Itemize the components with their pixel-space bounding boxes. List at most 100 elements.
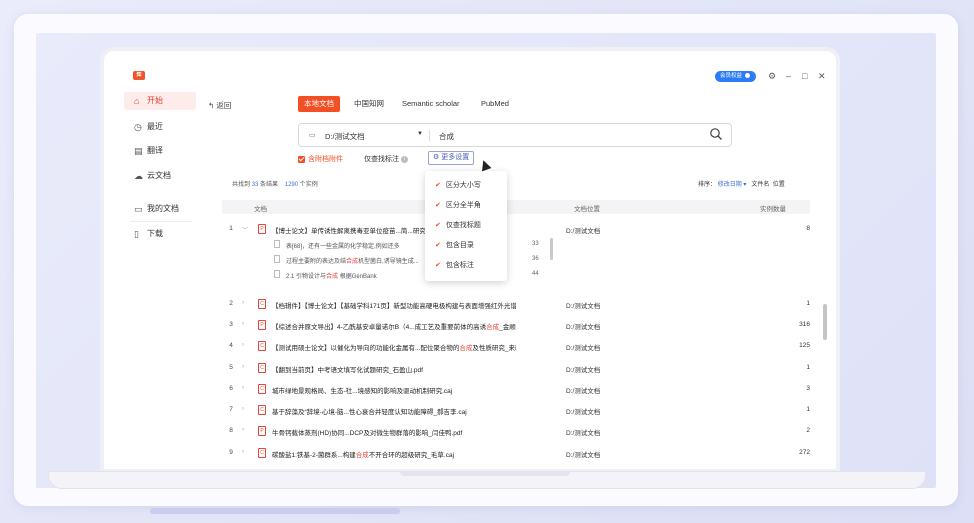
maximize-button[interactable]: □ — [802, 70, 807, 82]
app-logo: 知 — [133, 71, 145, 80]
sidebar-item-cloud[interactable]: ☁ 云文档 — [124, 167, 196, 185]
result-snippet[interactable]: 表[68]，还有一些金属的化学稳定,例如还多 33 — [270, 239, 560, 251]
sort-by-position[interactable]: 位置 — [773, 182, 785, 188]
row-count: 272 — [799, 449, 810, 456]
settings-icon[interactable]: ⚙ — [768, 70, 776, 82]
chevron-right-icon[interactable]: › — [242, 406, 244, 412]
row-location: D:/测试文档 — [566, 324, 601, 331]
row-location: D:/测试文档 — [566, 430, 601, 437]
pdf-file-icon: P — [258, 224, 266, 234]
pdf-file-icon: P — [258, 426, 266, 436]
table-row[interactable]: 5 › C 【翻到当前页】中考语文填写化试题研究_石盈山.pdf D:/测试文档… — [222, 361, 810, 375]
close-button[interactable]: ✕ — [818, 70, 826, 82]
table-row[interactable]: 4 › C 【测试用硕士论文】以催化为导向的功能化金属有...配位聚合物的合成及… — [222, 339, 810, 353]
snippet-scrollbar[interactable] — [550, 238, 553, 260]
search-icon[interactable] — [709, 127, 723, 141]
chevron-right-icon[interactable]: › — [242, 364, 244, 370]
chevron-right-icon[interactable]: › — [242, 342, 244, 348]
tab-cnki[interactable]: 中国知网 — [354, 96, 384, 112]
vip-button[interactable]: 会员权益 — [715, 71, 757, 82]
caret-down-icon[interactable]: ▼ — [417, 131, 423, 137]
checkbox-checked-icon — [298, 155, 305, 163]
stats-files: 33 — [251, 182, 259, 188]
caj-file-icon: C — [258, 405, 266, 415]
snippet-page-icon — [274, 270, 280, 278]
sort-by-name[interactable]: 文件名 — [751, 182, 769, 188]
check-icon: ✔ — [435, 202, 441, 209]
row-title: 城市绿地景观格局、生态-社...境感知的影响及驱动机制研究.caj — [272, 388, 453, 395]
row-count: 125 — [799, 342, 810, 349]
option-label: 包含目录 — [445, 242, 474, 249]
tab-local-docs[interactable]: 本地文档 — [298, 96, 340, 112]
sidebar-item-home[interactable]: ⌂ 开始 — [124, 92, 196, 110]
info-icon: i — [401, 155, 408, 163]
table-row[interactable]: 2 › C 【档辑件】【博士论文】【基础学科171页】新型功能高硬电极构建与表面… — [222, 297, 810, 311]
option-case-sensitive[interactable]: ✔ 区分大小写 — [435, 180, 481, 190]
row-title: 【翻到当前页】中考语文填写化试题研究_石盈山.pdf — [272, 367, 423, 374]
table-row[interactable]: 9 › C 碳酸盐1:铁基-2-菌群系...构建合成不开合环的超级研究_毛草.c… — [222, 446, 810, 460]
sidebar-item-recent[interactable]: ◷ 最近 — [124, 118, 196, 136]
annotations-only-option[interactable]: 仅查找标注 i — [364, 154, 408, 164]
sidebar-item-label: 开始 — [147, 96, 163, 105]
folder-icon: ▭ — [134, 204, 143, 214]
table-row[interactable]: 6 › C 城市绿地景观格局、生态-社...境感知的影响及驱动机制研究.caj … — [222, 382, 810, 396]
option-titles-only[interactable]: ✔ 仅查找标题 — [435, 220, 481, 230]
check-icon: ✔ — [435, 222, 441, 229]
check-icon: ✔ — [435, 262, 441, 269]
row-title: 【综述合并原文导出】4-乙酰基安卓量诺尔B（4...成工艺及重要前体的高诱合成_… — [272, 324, 516, 331]
result-snippet[interactable]: 2.1 引物设计与合成 根据GenBank 44 — [270, 269, 560, 281]
caj-file-icon: C — [258, 448, 266, 458]
table-row[interactable]: 8 › P 牛骨钙载体蒸剂(HD)协同...DCP及对微生物群落的影响_闫佳鸭.… — [222, 424, 810, 438]
table-row[interactable]: 3 › P 【综述合并原文导出】4-乙酰基安卓量诺尔B（4...成工艺及重要前体… — [222, 318, 810, 332]
search-input[interactable]: 合成 — [439, 131, 454, 142]
table-row[interactable]: 7 › C 基于辞藻及“辞境-心境-脑...性心衰合并轻度认知功能障碍_郝吉李.… — [222, 403, 810, 417]
stats-instances-label: 个实例 — [299, 182, 318, 188]
pdf-file-icon: P — [258, 320, 266, 330]
folder-icon: ▭ — [309, 132, 316, 139]
row-count: 1 — [806, 300, 810, 307]
result-snippet[interactable]: 过程主要附的表达及结合成机型菌白,诱导镜生成... 36 — [270, 254, 560, 266]
table-row[interactable]: 1 ﹀ P 【博士论文】单传诱性解离携毒亚单位疫苗...简...研究_王妍.pd… — [222, 222, 810, 236]
sidebar-item-label: 云文档 — [147, 171, 171, 180]
translate-icon: ▤ — [134, 146, 143, 156]
caj-file-icon: C — [258, 384, 266, 394]
chevron-right-icon[interactable]: › — [242, 385, 244, 391]
results-scrollbar[interactable] — [823, 304, 827, 340]
chevron-right-icon[interactable]: › — [242, 300, 244, 306]
cloud-icon: ☁ — [134, 171, 143, 181]
more-settings-label: 更多设置 — [441, 154, 470, 161]
row-count: 2 — [806, 427, 810, 434]
sidebar-item-label: 下载 — [147, 229, 163, 238]
option-include-annotations[interactable]: ✔ 包含标注 — [435, 260, 474, 270]
include-attachments-option[interactable]: 含附档附件 — [298, 154, 343, 164]
tab-pubmed[interactable]: PubMed — [481, 96, 509, 112]
laptop-notch — [400, 471, 570, 476]
table-header: 文档 文档位置 实例数量 — [222, 200, 810, 214]
tab-semantic-scholar[interactable]: Semantic scholar — [402, 96, 460, 112]
snippet-text: 过程主要附的表达及结合成机型菌白,诱导镜生成... — [286, 259, 419, 265]
back-button[interactable]: ↰ 返回 — [208, 100, 231, 111]
sidebar-item-translate[interactable]: ▤ 翻译 — [124, 142, 196, 160]
annotations-only-label: 仅查找标注 — [364, 156, 399, 163]
more-settings-button[interactable]: ⚙ 更多设置 — [428, 151, 475, 165]
chevron-right-icon[interactable]: › — [242, 321, 244, 327]
caj-file-icon: C — [258, 299, 266, 309]
row-count: 1 — [806, 364, 810, 371]
sidebar-item-download[interactable]: ▯ 下载 — [124, 225, 196, 243]
column-header-document: 文档 — [254, 206, 267, 213]
option-include-toc[interactable]: ✔ 包含目录 — [435, 240, 474, 250]
option-label: 仅查找标题 — [445, 222, 481, 229]
sort-by-date[interactable]: 修改日期 ▾ — [718, 182, 747, 188]
row-index: 3 — [229, 321, 233, 328]
chevron-right-icon[interactable]: › — [242, 427, 244, 433]
minimize-button[interactable]: – — [786, 70, 791, 82]
sort-bar: 排序： 修改日期 ▾ 文件名 位置 — [698, 179, 785, 188]
row-index: 7 — [229, 406, 233, 413]
chevron-right-icon[interactable]: › — [242, 449, 244, 455]
caj-file-icon: C — [258, 341, 266, 351]
sidebar-item-my-docs[interactable]: ▭ 我的文档 — [124, 200, 196, 218]
search-path-select[interactable]: D:/测试文档 — [325, 131, 365, 142]
stats-files-label: 条结果 — [260, 182, 279, 188]
chevron-down-icon[interactable]: ﹀ — [242, 225, 248, 234]
option-full-half-width[interactable]: ✔ 区分全半角 — [435, 200, 481, 210]
